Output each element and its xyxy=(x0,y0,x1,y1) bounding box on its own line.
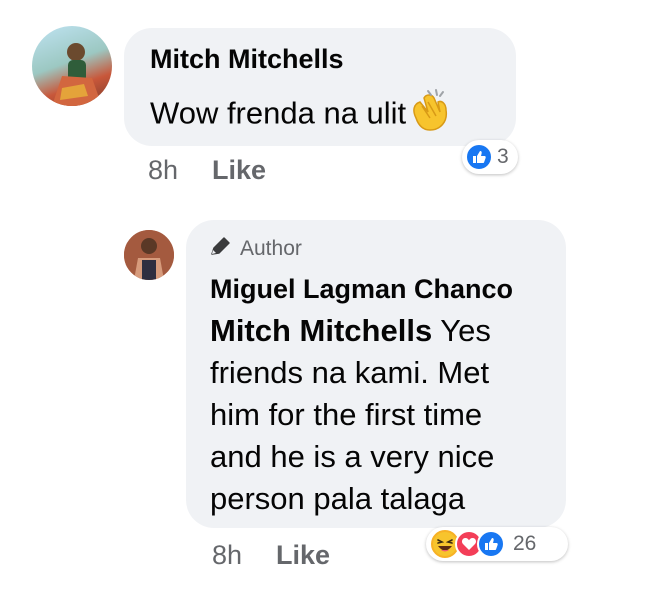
reply-text-line-5: person pala talaga xyxy=(210,481,466,516)
comment-text: Wow frenda na ulit xyxy=(150,88,450,143)
commenter-avatar[interactable] xyxy=(32,26,112,106)
reply-text: Mitch Mitchells Yes friends na kami. Met… xyxy=(210,310,560,520)
comment-meta: 8h Like xyxy=(148,155,266,186)
reply-text-line-2: friends na kami. Met xyxy=(210,355,490,390)
reply-text-line-1: Mitch Mitchells Yes xyxy=(210,310,560,352)
reply-reaction-count: 26 xyxy=(513,532,537,555)
reply-reactions[interactable]: 26 xyxy=(426,527,568,561)
reply-bubble: Author Miguel Lagman Chanco Mitch Mitche… xyxy=(186,220,566,528)
reply-timestamp[interactable]: 8h xyxy=(212,540,242,570)
like-icon xyxy=(477,530,505,558)
reply-author-name[interactable]: Miguel Lagman Chanco xyxy=(210,274,513,305)
clapping-hands-icon xyxy=(408,88,450,143)
reply-text-segment: Yes xyxy=(432,313,491,348)
comment-bubble: Mitch Mitchells Wow frenda na ulit xyxy=(124,28,516,146)
reply-author-avatar[interactable] xyxy=(124,230,174,280)
comment-text-body: Wow frenda na ulit xyxy=(150,95,407,131)
reply-like-button[interactable]: Like xyxy=(276,540,330,570)
author-badge-label: Author xyxy=(240,237,302,260)
avatar-photo xyxy=(124,230,174,280)
comment-reactions[interactable]: 3 xyxy=(462,140,518,174)
reply-text-line-4: and he is a very nice xyxy=(210,439,495,474)
comment-like-button[interactable]: Like xyxy=(212,155,266,185)
reply-meta: 8h Like xyxy=(212,540,330,571)
comment-timestamp[interactable]: 8h xyxy=(148,155,178,185)
comment-reaction-count: 3 xyxy=(497,145,509,168)
comment-author-name[interactable]: Mitch Mitchells xyxy=(150,44,344,75)
pencil-icon xyxy=(210,236,232,262)
like-icon xyxy=(465,143,493,171)
author-badge: Author xyxy=(210,236,302,262)
reply-text-line-3: him for the first time xyxy=(210,397,483,432)
avatar-photo xyxy=(52,43,102,106)
mention-link[interactable]: Mitch Mitchells xyxy=(210,313,432,348)
